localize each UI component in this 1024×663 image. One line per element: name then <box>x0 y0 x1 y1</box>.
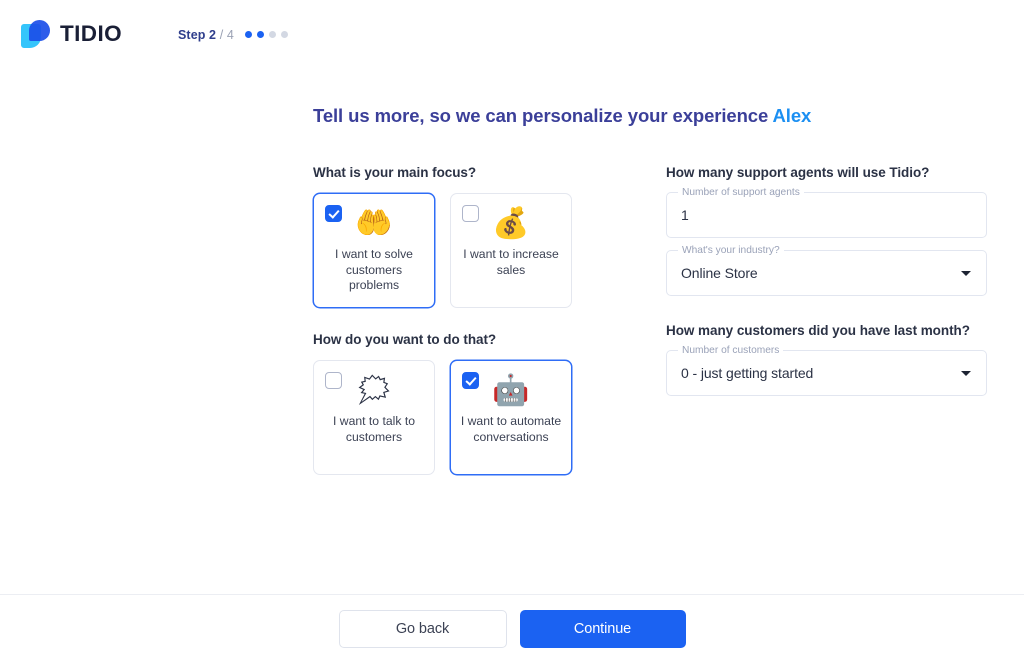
option-card-automate-conversations[interactable]: 🤖 I want to automate conversations <box>450 360 572 475</box>
step-dots <box>244 31 288 38</box>
industry-select[interactable]: What's your industry? Online Store <box>666 245 987 296</box>
go-back-button[interactable]: Go back <box>338 610 507 648</box>
step-total-label: / 4 <box>219 27 234 42</box>
step-dot-4 <box>280 31 288 38</box>
brand-name: TIDIO <box>60 20 122 46</box>
page-title-text: Tell us more, so we can personalize your… <box>313 105 773 126</box>
app-header: TIDIO Step 2 / 4 <box>0 0 1024 67</box>
customers-question: How many customers did you have last mon… <box>666 323 970 338</box>
footer-bar: Go back Continue <box>0 594 1024 663</box>
speech-balloon-icon: 🗯 <box>354 374 394 407</box>
step-counter: Step 2 / 4 <box>178 28 234 42</box>
customers-select-label: Number of customers <box>678 345 784 356</box>
industry-select-label: What's your industry? <box>678 245 784 256</box>
step-dot-3 <box>268 31 276 38</box>
method-question: How do you want to do that? <box>313 332 497 347</box>
tidio-logo-icon <box>21 19 51 48</box>
method-options: 🗯 I want to talk to customers 🤖 I want t… <box>313 360 593 475</box>
palms-up-together-icon: 🤲 <box>355 207 393 240</box>
main-focus-options: 🤲 I want to solve customers problems 💰 I… <box>313 193 593 308</box>
chevron-down-icon <box>961 271 971 276</box>
money-bag-icon: 💰 <box>492 207 530 240</box>
option-card-talk-to-customers[interactable]: 🗯 I want to talk to customers <box>313 360 435 475</box>
customers-selected-value: 0 - just getting started <box>681 365 814 381</box>
main-focus-question: What is your main focus? <box>313 165 477 180</box>
chevron-down-icon <box>961 371 971 376</box>
right-column: How many support agents will use Tidio? … <box>666 165 987 396</box>
option-label-increase-sales: I want to increase sales <box>463 247 559 277</box>
customers-select[interactable]: Number of customers 0 - just getting sta… <box>666 345 987 396</box>
option-card-increase-sales[interactable]: 💰 I want to increase sales <box>450 193 572 308</box>
checkbox-talk-to-customers[interactable] <box>325 372 342 389</box>
option-label-solve-customer-problems: I want to solve customers problems <box>335 247 413 292</box>
robot-icon: 🤖 <box>492 374 530 407</box>
option-label-talk-to-customers: I want to talk to customers <box>333 414 415 444</box>
continue-button[interactable]: Continue <box>519 610 686 648</box>
step-dot-2 <box>256 31 264 38</box>
option-label-automate-conversations: I want to automate conversations <box>460 414 562 444</box>
brand-logo[interactable]: TIDIO <box>21 19 122 48</box>
step-current-label: Step 2 <box>178 27 217 42</box>
support-agents-value: 1 <box>681 207 689 223</box>
checkbox-increase-sales[interactable] <box>462 205 479 222</box>
page-title: Tell us more, so we can personalize your… <box>313 105 811 127</box>
support-agents-field[interactable]: Number of support agents 1 <box>666 187 987 238</box>
checkbox-automate-conversations[interactable] <box>462 372 479 389</box>
step-dot-1 <box>244 31 252 38</box>
left-column: What is your main focus? 🤲 I want to sol… <box>313 165 593 475</box>
support-agents-question: How many support agents will use Tidio? <box>666 165 930 180</box>
step-indicator: Step 2 / 4 <box>178 28 288 42</box>
onboarding-stage: Tell us more, so we can personalize your… <box>0 67 1024 594</box>
checkbox-solve-customer-problems[interactable] <box>325 205 342 222</box>
page-title-username: Alex <box>772 105 812 126</box>
support-agents-field-label: Number of support agents <box>678 187 804 198</box>
industry-selected-value: Online Store <box>681 265 758 281</box>
option-card-solve-customer-problems[interactable]: 🤲 I want to solve customers problems <box>313 193 435 308</box>
